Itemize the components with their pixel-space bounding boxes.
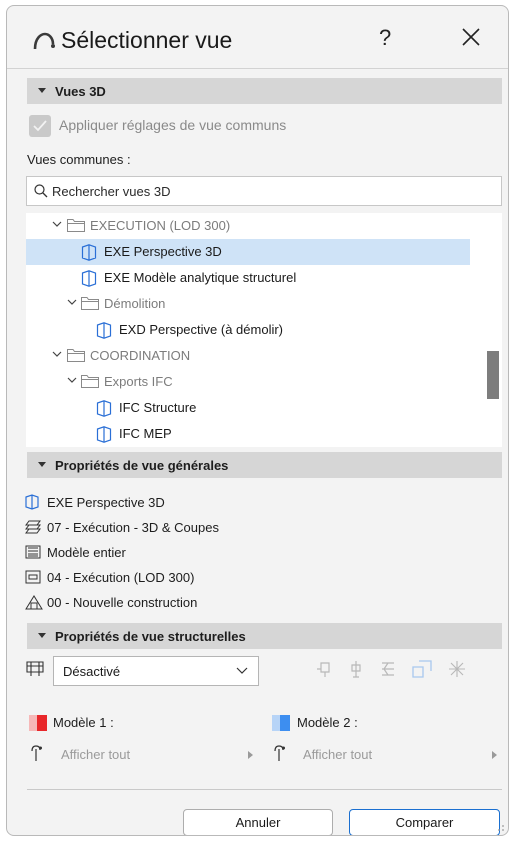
structural-props-header-label: Propriétés de vue structurelles bbox=[55, 629, 246, 644]
chevron-down-icon[interactable] bbox=[52, 351, 62, 358]
tree-folder-exports-ifc[interactable]: Exports IFC bbox=[26, 369, 470, 395]
common-views-label: Vues communes : bbox=[27, 152, 131, 167]
folder-icon bbox=[67, 219, 85, 232]
folder-icon bbox=[81, 297, 99, 310]
views-tree[interactable]: EXECUTION (LOD 300) EXE Perspective 3D E… bbox=[26, 213, 502, 447]
search-input[interactable] bbox=[52, 181, 492, 201]
model1-color-swatch[interactable] bbox=[29, 715, 47, 731]
window-title: Sélectionner vue bbox=[61, 27, 233, 53]
model1-filter-select[interactable]: Afficher tout bbox=[61, 747, 130, 762]
title-bar: Sélectionner vue ? bbox=[7, 6, 508, 68]
folder-icon bbox=[67, 349, 85, 362]
tree-view-ifc-structure[interactable]: IFC Structure bbox=[26, 395, 470, 421]
collapse-triangle-icon bbox=[38, 462, 46, 467]
prop-text: Modèle entier bbox=[47, 545, 126, 560]
general-props-section-header[interactable]: Propriétés de vue générales bbox=[27, 452, 502, 478]
resize-grip-icon[interactable] bbox=[497, 824, 505, 832]
structural-load-icon[interactable] bbox=[347, 660, 365, 678]
structural-display-icon bbox=[26, 661, 44, 676]
view-3d-icon bbox=[81, 244, 97, 261]
chevron-down-icon[interactable] bbox=[67, 377, 77, 384]
structural-support-icon[interactable] bbox=[447, 660, 467, 678]
tree-view-label: IFC Structure bbox=[119, 400, 197, 415]
structural-column-icon[interactable] bbox=[315, 660, 333, 678]
chevron-right-icon bbox=[492, 751, 497, 759]
tree-view-exe-structural[interactable]: EXE Modèle analytique structurel bbox=[26, 265, 470, 291]
tree-folder-label: Exports IFC bbox=[104, 374, 173, 389]
tree-scrollbar-thumb[interactable] bbox=[487, 351, 499, 399]
prop-text: 04 - Exécution (LOD 300) bbox=[47, 570, 195, 585]
renovation-filter-icon bbox=[25, 595, 43, 610]
search-icon bbox=[34, 184, 48, 198]
collapse-triangle-icon bbox=[38, 633, 46, 638]
tree-view-ifc-mep[interactable]: IFC MEP bbox=[26, 421, 470, 447]
prop-text: 00 - Nouvelle construction bbox=[47, 595, 198, 610]
close-icon[interactable] bbox=[462, 28, 480, 46]
search-box[interactable] bbox=[26, 176, 502, 206]
archicad-logo-icon bbox=[33, 32, 55, 50]
views3d-header-label: Vues 3D bbox=[55, 84, 106, 99]
select-view-dialog: Sélectionner vue ? Vues 3D Appliquer rég… bbox=[6, 5, 509, 836]
tree-folder-label: COORDINATION bbox=[90, 348, 191, 363]
model2-color-swatch[interactable] bbox=[272, 715, 290, 731]
folder-icon bbox=[81, 375, 99, 388]
views3d-section-header[interactable]: Vues 3D bbox=[27, 78, 502, 104]
tree-view-label: EXE Perspective 3D bbox=[104, 244, 222, 259]
view-3d-icon bbox=[81, 270, 97, 287]
tree-folder-demolition[interactable]: Démolition bbox=[26, 291, 470, 317]
view-3d-icon bbox=[96, 426, 112, 443]
tree-view-label: EXE Modèle analytique structurel bbox=[104, 270, 297, 285]
help-button[interactable]: ? bbox=[379, 25, 391, 51]
model-filter-icon bbox=[274, 745, 285, 761]
collapse-triangle-icon bbox=[38, 88, 46, 93]
chevron-right-icon bbox=[248, 751, 253, 759]
structural-member-icon[interactable] bbox=[379, 660, 397, 678]
structural-analytical-icon[interactable] bbox=[411, 660, 433, 678]
model-filter-icon bbox=[31, 745, 42, 761]
layer-combination-icon bbox=[25, 520, 41, 534]
checkmark-icon bbox=[33, 120, 47, 132]
tree-folder-label: EXECUTION (LOD 300) bbox=[90, 218, 231, 233]
model-view-icon bbox=[25, 545, 41, 559]
structural-display-dropdown[interactable]: Désactivé bbox=[53, 656, 259, 686]
chevron-down-icon bbox=[236, 667, 248, 674]
model1-label: Modèle 1 : bbox=[53, 715, 114, 730]
footer-separator bbox=[27, 789, 502, 790]
prop-text: 07 - Exécution - 3D & Coupes bbox=[47, 520, 219, 535]
compare-button[interactable]: Comparer bbox=[349, 809, 500, 835]
dropdown-value: Désactivé bbox=[63, 664, 121, 679]
tree-folder-label: Démolition bbox=[104, 296, 166, 311]
general-props-header-label: Propriétés de vue générales bbox=[55, 458, 229, 473]
tree-view-exd-perspective[interactable]: EXD Perspective (à démolir) bbox=[26, 317, 470, 343]
tree-view-exe-perspective[interactable]: EXE Perspective 3D bbox=[26, 239, 470, 265]
tree-folder-coordination[interactable]: COORDINATION bbox=[26, 343, 470, 369]
tree-view-label: IFC MEP bbox=[119, 426, 172, 441]
chevron-down-icon[interactable] bbox=[52, 221, 62, 228]
apply-common-settings-checkbox[interactable] bbox=[29, 115, 51, 137]
cancel-button[interactable]: Annuler bbox=[183, 809, 333, 835]
title-separator bbox=[7, 68, 508, 69]
view-3d-icon bbox=[96, 322, 112, 339]
apply-common-settings-label: Appliquer réglages de vue communs bbox=[59, 117, 287, 133]
tree-folder-execution[interactable]: EXECUTION (LOD 300) bbox=[26, 213, 470, 239]
prop-text: EXE Perspective 3D bbox=[47, 495, 165, 510]
structural-props-section-header[interactable]: Propriétés de vue structurelles bbox=[27, 623, 502, 649]
tree-view-label: EXD Perspective (à démolir) bbox=[119, 322, 283, 337]
model2-filter-select[interactable]: Afficher tout bbox=[303, 747, 372, 762]
pen-set-icon bbox=[25, 570, 41, 584]
model2-label: Modèle 2 : bbox=[297, 715, 358, 730]
chevron-down-icon[interactable] bbox=[67, 299, 77, 306]
perspective-view-icon bbox=[25, 494, 39, 510]
view-3d-icon bbox=[96, 400, 112, 417]
